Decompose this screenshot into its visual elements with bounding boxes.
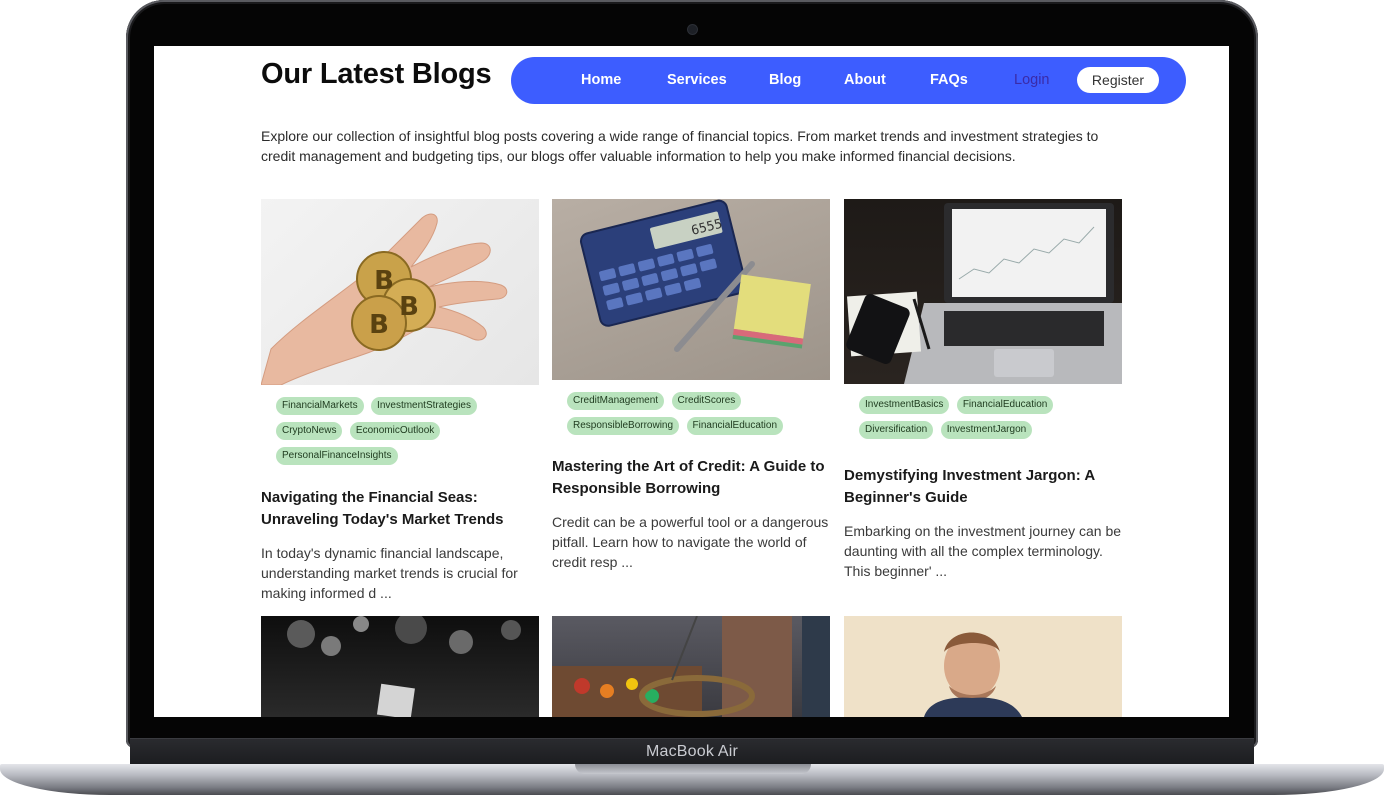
nav-link-home[interactable]: Home (581, 72, 621, 88)
tag-investmentbasics[interactable]: InvestmentBasics (859, 396, 950, 414)
nav-link-services[interactable]: Services (667, 72, 727, 88)
tag-financialeducation[interactable]: FinancialEducation (956, 396, 1054, 414)
post-excerpt: Embarking on the investment journey can … (844, 523, 1122, 579)
page-title: Our Latest Blogs (261, 58, 492, 90)
register-button[interactable]: Register (1077, 67, 1159, 93)
tag-financialmarkets[interactable]: FinancialMarkets (276, 397, 364, 415)
main-navbar: Home Services Blog About FAQs Login Regi… (511, 57, 1186, 104)
tag-list: InvestmentBasics FinancialEducation Dive… (844, 394, 1122, 444)
stressed-man-image (844, 616, 1122, 717)
laptop-desk-image (844, 199, 1122, 384)
post-excerpt: Credit can be a powerful tool or a dange… (552, 514, 829, 570)
svg-text:B: B (374, 266, 394, 296)
svg-text:B: B (369, 310, 389, 340)
tag-creditscores[interactable]: CreditScores (671, 392, 742, 410)
tag-responsibleborrowing[interactable]: ResponsibleBorrowing (567, 417, 680, 435)
post-title[interactable]: Demystifying Investment Jargon: A Beginn… (844, 465, 1122, 509)
blog-card[interactable]: 6555 CreditManagement CreditScores Respo… (552, 199, 830, 572)
tag-investmentstrategies[interactable]: InvestmentStrategies (371, 397, 477, 415)
intro-paragraph: Explore our collection of insightful blo… (261, 128, 1099, 164)
nav-link-blog[interactable]: Blog (769, 72, 801, 88)
tag-personalfinanceinsights[interactable]: PersonalFinanceInsights (276, 447, 398, 465)
tag-list: FinancialMarkets InvestmentStrategies Cr… (261, 395, 539, 470)
money-dark-image (261, 616, 539, 717)
webcam-icon (688, 25, 697, 34)
tag-investmentjargon[interactable]: InvestmentJargon (940, 421, 1033, 439)
nav-link-about[interactable]: About (844, 72, 886, 88)
market-basket-image (552, 616, 830, 717)
blog-card[interactable]: InvestmentBasics FinancialEducation Dive… (844, 199, 1122, 581)
nav-link-login[interactable]: Login (1014, 72, 1049, 88)
blog-card[interactable]: B B B FinancialMarkets InvestmentStrateg… (261, 199, 539, 603)
bitcoin-hand-image: B B B (261, 199, 539, 385)
post-title[interactable]: Navigating the Financial Seas: Unravelin… (261, 487, 539, 531)
nav-link-faqs[interactable]: FAQs (930, 72, 968, 88)
svg-text:B: B (399, 292, 419, 322)
tag-list: CreditManagement CreditScores Responsibl… (552, 390, 830, 440)
tag-diversification[interactable]: Diversification (859, 421, 934, 439)
tag-creditmanagement[interactable]: CreditManagement (567, 392, 665, 410)
post-title[interactable]: Mastering the Art of Credit: A Guide to … (552, 456, 830, 500)
calculator-image: 6555 (552, 199, 830, 380)
device-label: MacBook Air (645, 743, 738, 760)
laptop-chin: MacBook Air (130, 738, 1254, 766)
browser-viewport: Our Latest Blogs Home Services Blog Abou… (154, 46, 1229, 717)
tag-cryptonews[interactable]: CryptoNews (276, 422, 343, 440)
tag-financialeducation[interactable]: FinancialEducation (686, 417, 784, 435)
tag-economicoutlook[interactable]: EconomicOutlook (349, 422, 441, 440)
post-excerpt: In today's dynamic financial landscape, … (261, 545, 518, 601)
laptop-notch (575, 764, 811, 774)
